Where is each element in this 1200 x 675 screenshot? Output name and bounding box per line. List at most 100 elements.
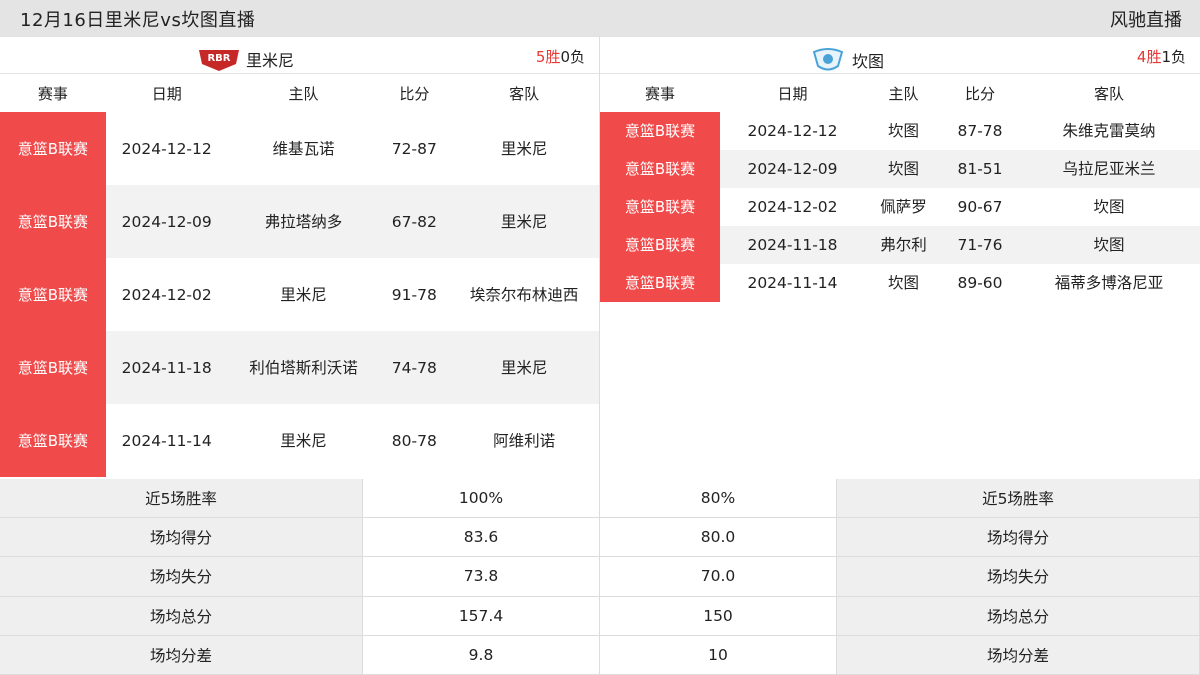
league-cell[interactable]: 意篮B联赛 xyxy=(0,331,106,404)
column-header: 日期 xyxy=(151,84,182,103)
home-team-cell[interactable]: 佩萨罗 xyxy=(865,188,942,226)
right-team-name: 坎图 xyxy=(852,52,885,71)
away-team-cell[interactable]: 埃奈尔布林迪西 xyxy=(449,258,599,331)
right-team[interactable]: 坎图 xyxy=(808,46,884,74)
left-team-header: RBR 里米尼 5胜0负 xyxy=(0,36,599,74)
home-team-cell[interactable]: 坎图 xyxy=(865,150,942,188)
date-cell[interactable]: 2024-11-18 xyxy=(105,331,228,404)
league-cell[interactable]: 意篮B联赛 xyxy=(600,188,720,226)
league-cell[interactable]: 意篮B联赛 xyxy=(600,264,720,302)
match-row[interactable]: 意篮B联赛 2024-12-09 弗拉塔纳多 67-82 里米尼 xyxy=(0,185,600,258)
cantu-logo-icon xyxy=(808,46,848,74)
home-team-cell[interactable]: 坎图 xyxy=(865,112,942,150)
column-header: 比分 xyxy=(964,84,995,103)
rimini-logo-icon: RBR xyxy=(196,46,242,72)
left-record-losses: 0负 xyxy=(560,48,585,66)
away-team-cell[interactable]: 乌拉尼亚米兰 xyxy=(1018,150,1200,188)
stat-label-right: 场均得分 xyxy=(837,518,1200,558)
stat-value-right: 70.0 xyxy=(600,557,837,597)
away-team-cell[interactable]: 坎图 xyxy=(1018,226,1200,264)
home-team-cell[interactable]: 弗拉塔纳多 xyxy=(227,185,380,258)
stat-label-left: 场均分差 xyxy=(0,635,363,675)
stat-label-left: 场均得分 xyxy=(0,518,363,558)
score-cell: 89-60 xyxy=(957,274,1003,292)
date-cell[interactable]: 2024-12-12 xyxy=(720,112,865,150)
league-cell[interactable]: 意篮B联赛 xyxy=(0,185,106,258)
column-header: 主队 xyxy=(888,84,919,103)
league-cell[interactable]: 意篮B联赛 xyxy=(600,226,720,264)
match-row[interactable]: 意篮B联赛 2024-12-12 维基瓦诺 72-87 里米尼 xyxy=(0,112,599,185)
svg-text:RBR: RBR xyxy=(207,53,230,64)
column-header: 主队 xyxy=(288,84,319,103)
right-record-losses: 1负 xyxy=(1161,48,1186,66)
score-cell: 74-78 xyxy=(379,331,450,404)
stat-label-right: 场均分差 xyxy=(837,635,1200,675)
date-cell[interactable]: 2024-12-02 xyxy=(720,188,865,226)
stat-value-left: 83.6 xyxy=(363,518,600,558)
home-team-cell[interactable]: 弗尔利 xyxy=(865,226,942,264)
date-cell[interactable]: 2024-12-12 xyxy=(106,112,228,185)
home-team-cell[interactable]: 里米尼 xyxy=(228,258,380,331)
date-cell[interactable]: 2024-11-18 xyxy=(720,226,865,264)
top-bar: 12月16日里米尼vs坎图直播 风驰直播 xyxy=(0,0,1200,36)
away-team-cell[interactable]: 里米尼 xyxy=(449,185,600,258)
left-team[interactable]: RBR 里米尼 xyxy=(196,46,294,72)
match-row[interactable]: 意篮B联赛 2024-11-14 坎图 89-60 福蒂多博洛尼亚 xyxy=(600,264,1200,302)
home-team-cell[interactable]: 坎图 xyxy=(865,264,942,302)
away-team-cell[interactable]: 坎图 xyxy=(1018,188,1200,226)
stat-value-left: 9.8 xyxy=(363,635,600,675)
stat-row: 场均得分 83.6 80.0 场均得分 xyxy=(0,518,1200,558)
right-table-header: 赛事 日期 主队 比分 客队 xyxy=(600,74,1200,112)
date-cell[interactable]: 2024-12-09 xyxy=(105,185,228,258)
stat-row: 场均分差 9.8 10 场均分差 xyxy=(0,635,1200,675)
match-row[interactable]: 意篮B联赛 2024-12-02 佩萨罗 90-67 坎图 xyxy=(600,188,1200,226)
date-cell[interactable]: 2024-12-09 xyxy=(720,150,865,188)
league-cell[interactable]: 意篮B联赛 xyxy=(0,258,106,331)
score-cell: 67-82 xyxy=(379,185,450,258)
right-match-table: 意篮B联赛 2024-12-12 坎图 87-78 朱维克雷莫纳 意篮B联赛 2024-12… xyxy=(600,112,1200,302)
column-header: 客队 xyxy=(509,84,540,103)
stat-value-left: 100% xyxy=(363,479,600,519)
stat-label-left: 场均总分 xyxy=(0,596,363,636)
league-cell[interactable]: 意篮B联赛 xyxy=(0,404,106,477)
match-row[interactable]: 意篮B联赛 2024-11-14 里米尼 80-78 阿维利诺 xyxy=(0,404,599,477)
stat-row: 场均失分 73.8 70.0 场均失分 xyxy=(0,557,1200,597)
match-row[interactable]: 意篮B联赛 2024-12-09 坎图 81-51 乌拉尼亚米兰 xyxy=(600,150,1200,188)
score-cell: 87-78 xyxy=(957,122,1003,140)
away-team-cell[interactable]: 阿维利诺 xyxy=(449,404,599,477)
date-cell[interactable]: 2024-11-14 xyxy=(106,404,228,477)
away-team-cell[interactable]: 朱维克雷莫纳 xyxy=(1018,112,1200,150)
home-team-cell[interactable]: 里米尼 xyxy=(228,404,380,477)
match-row[interactable]: 意篮B联赛 2024-12-12 坎图 87-78 朱维克雷莫纳 xyxy=(600,112,1200,150)
league-cell[interactable]: 意篮B联赛 xyxy=(600,150,720,188)
left-team-record: 5胜0负 xyxy=(536,46,585,67)
stats-table: 近5场胜率 100% 80% 近5场胜率 场均得分 83.6 80.0 场均得分 场均失分 73.… xyxy=(0,479,1200,675)
stat-value-right: 10 xyxy=(600,635,837,675)
score-cell: 80-78 xyxy=(391,431,437,450)
league-cell[interactable]: 意篮B联赛 xyxy=(0,112,106,185)
column-header: 比分 xyxy=(399,84,430,103)
stat-label-right: 场均失分 xyxy=(837,557,1200,597)
left-team-panel: RBR 里米尼 5胜0负 赛事 日期 主队 比分 客队 意篮B联赛 2024-12-12 维… xyxy=(0,36,600,479)
left-match-table: 意篮B联赛 2024-12-12 维基瓦诺 72-87 里米尼 意篮B联赛 2024-12-… xyxy=(0,112,600,477)
date-cell[interactable]: 2024-12-02 xyxy=(106,258,228,331)
home-team-cell[interactable]: 维基瓦诺 xyxy=(228,112,380,185)
match-row[interactable]: 意篮B联赛 2024-12-02 里米尼 91-78 埃奈尔布林迪西 xyxy=(0,258,599,331)
date-cell[interactable]: 2024-11-14 xyxy=(720,264,865,302)
match-row[interactable]: 意篮B联赛 2024-11-18 利伯塔斯利沃诺 74-78 里米尼 xyxy=(0,331,600,404)
right-team-panel: 坎图 4胜1负 赛事 日期 主队 比分 客队 意篮B联赛 2024-12-12 坎图 87-7… xyxy=(600,36,1200,479)
home-team-cell[interactable]: 利伯塔斯利沃诺 xyxy=(227,331,380,404)
score-cell: 71-76 xyxy=(942,226,1018,264)
away-team-cell[interactable]: 里米尼 xyxy=(449,112,599,185)
away-team-cell[interactable]: 福蒂多博洛尼亚 xyxy=(1018,264,1200,302)
right-team-record: 4胜1负 xyxy=(1137,46,1186,67)
match-row[interactable]: 意篮B联赛 2024-11-18 弗尔利 71-76 坎图 xyxy=(600,226,1200,264)
league-cell[interactable]: 意篮B联赛 xyxy=(600,112,720,150)
stat-row: 近5场胜率 100% 80% 近5场胜率 xyxy=(0,479,1200,519)
brand-name[interactable]: 风驰直播 xyxy=(1110,6,1182,32)
stat-label-left: 近5场胜率 xyxy=(0,479,363,519)
left-record-wins: 5胜 xyxy=(535,48,561,66)
stat-row: 场均总分 157.4 150 场均总分 xyxy=(0,596,1200,636)
away-team-cell[interactable]: 里米尼 xyxy=(449,331,600,404)
right-team-header: 坎图 4胜1负 xyxy=(600,36,1200,74)
